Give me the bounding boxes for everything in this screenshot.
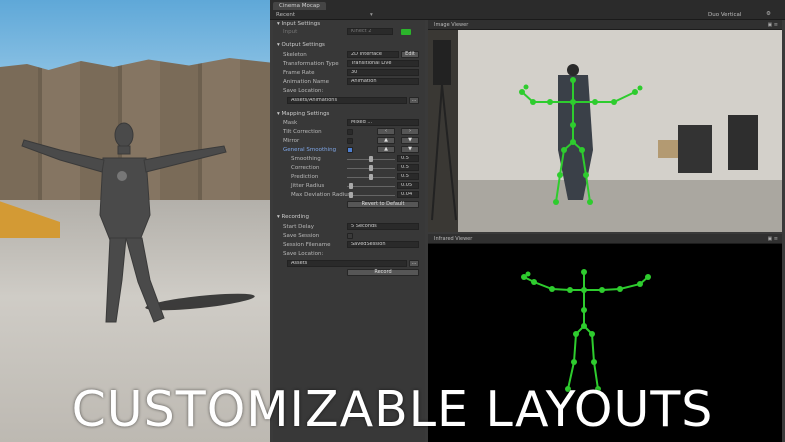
jitter-label: Jitter Radius	[291, 183, 325, 189]
image-viewer: Image Viewer ▣ ≡	[428, 20, 782, 232]
record-icon[interactable]	[401, 29, 411, 35]
camera-feed	[428, 30, 782, 232]
viewer-menu-icon[interactable]: ▣ ≡	[767, 236, 778, 242]
mask-select[interactable]: Mixed ...	[347, 119, 419, 126]
skeleton-label: Skeleton	[283, 52, 307, 58]
tilt-label: Tilt Correction	[283, 129, 322, 135]
browse-button[interactable]: ...	[409, 97, 419, 104]
maxdev-label: Max Deviation Radius	[291, 192, 351, 198]
prediction-label: Prediction	[291, 174, 319, 180]
maxdev-value[interactable]: 0.04	[397, 191, 419, 198]
viewer-menu-icon[interactable]: ▣ ≡	[767, 22, 778, 28]
infrared-viewer-title: Infrared Viewer	[434, 236, 473, 242]
smoothing-knob[interactable]	[369, 156, 373, 162]
maxdev-knob[interactable]	[349, 192, 353, 198]
jitter-knob[interactable]	[349, 183, 353, 189]
revert-default-button[interactable]: Revert to Default	[347, 201, 419, 208]
smoothing-sub-label: Smoothing	[291, 156, 321, 162]
tab-cinema-mocap[interactable]: Cinema Mocap	[273, 2, 326, 10]
correction-label: Correction	[291, 165, 320, 171]
transformation-select[interactable]: Transitional Live	[347, 60, 419, 67]
mirror-down-button[interactable]: ▼	[401, 137, 419, 144]
prediction-value[interactable]: 0.5	[397, 173, 419, 180]
tilt-right-button[interactable]: ›	[401, 128, 419, 135]
rec-browse-button[interactable]: ...	[409, 260, 419, 267]
start-delay-select[interactable]: 5 Seconds	[347, 223, 419, 230]
maxdev-slider[interactable]	[347, 195, 395, 196]
save-session-checkbox[interactable]	[347, 233, 353, 239]
record-button[interactable]: Record	[347, 269, 419, 276]
tilt-left-button[interactable]: ‹	[377, 128, 395, 135]
smoothing-up-button[interactable]: ▲	[377, 146, 395, 153]
start-delay-label: Start Delay	[283, 224, 314, 230]
smoothing-down-button[interactable]: ▼	[401, 146, 419, 153]
gear-icon[interactable]: ⚙	[766, 10, 771, 18]
smoothing-checkbox[interactable]	[347, 147, 353, 153]
save-session-label: Save Session	[283, 233, 320, 239]
image-viewer-title: Image Viewer	[434, 22, 469, 28]
recording-header[interactable]: ▾ Recording	[277, 214, 309, 220]
scene-view	[0, 0, 270, 442]
mapping-settings-header[interactable]: ▾ Mapping Settings	[277, 111, 329, 117]
editor-window: Cinema Mocap Recent ▾ Duo Vertical ⚙ ▾ I…	[270, 0, 785, 442]
skeleton-edit-button[interactable]: Edit	[401, 51, 419, 58]
mirror-up-button[interactable]: ▲	[377, 137, 395, 144]
framerate-label: Frame Rate	[283, 70, 315, 76]
skeleton-select[interactable]: 2D Interface	[347, 51, 399, 58]
save-location-field[interactable]: Assets/Animations	[287, 97, 407, 104]
smoothing-label: General Smoothing	[283, 147, 337, 153]
jitter-value[interactable]: 0.05	[397, 182, 419, 189]
framerate-field[interactable]: 30	[347, 69, 419, 76]
prediction-knob[interactable]	[369, 174, 373, 180]
image-viewer-bar: Image Viewer ▣ ≡	[428, 20, 782, 30]
smoothing-value[interactable]: 0.5	[397, 155, 419, 162]
rec-save-location-label: Save Location:	[283, 251, 324, 257]
promo-caption: CUSTOMIZABLE LAYOUTS	[71, 381, 714, 438]
input-label: Input	[283, 29, 298, 35]
tilt-checkbox[interactable]	[347, 129, 353, 135]
layout-selector[interactable]: Duo Vertical	[708, 11, 741, 19]
editor-topbar: Cinema Mocap Recent ▾ Duo Vertical ⚙	[270, 0, 785, 20]
mannequin-figure	[21, 122, 255, 323]
save-location-label: Save Location:	[283, 88, 324, 94]
input-settings-header[interactable]: ▾ Input Settings	[277, 21, 320, 27]
infrared-viewer-bar: Infrared Viewer ▣ ≡	[428, 234, 782, 244]
session-filename-label: Session Filename	[283, 242, 331, 248]
animation-name-label: Animation Name	[283, 79, 330, 85]
animation-name-field[interactable]: Animation	[347, 78, 419, 85]
mirror-label: Mirror	[283, 138, 300, 144]
transformation-label: Transformation Type	[283, 61, 339, 67]
correction-value[interactable]: 0.5	[397, 164, 419, 171]
input-device-select[interactable]: Kinect 2	[347, 28, 393, 35]
rec-save-location-field[interactable]: Assets	[287, 260, 407, 267]
mask-label: Mask	[283, 120, 298, 126]
mirror-checkbox[interactable]	[347, 138, 353, 144]
chevron-down-icon[interactable]: ▾	[370, 11, 373, 19]
layout-dropdown[interactable]: Recent	[276, 11, 295, 19]
jitter-slider[interactable]	[347, 186, 395, 187]
output-settings-header[interactable]: ▾ Output Settings	[277, 42, 325, 48]
session-filename-field[interactable]: SavedSession	[347, 241, 419, 248]
correction-knob[interactable]	[369, 165, 373, 171]
